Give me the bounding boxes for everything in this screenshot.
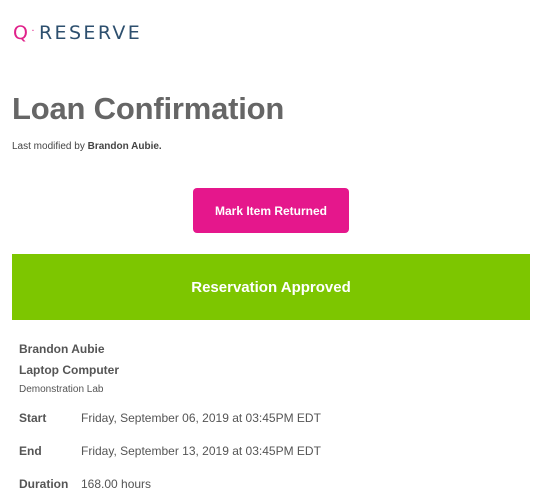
end-value: Friday, September 13, 2019 at 03:45PM ED… xyxy=(81,444,321,458)
reservation-details: Brandon Aubie Laptop Computer Demonstrat… xyxy=(19,339,119,398)
last-modified-note: Last modified by Brandon Aubie. xyxy=(12,141,162,152)
duration-label: Duration xyxy=(19,477,69,491)
logo-brand-text: RESERVE xyxy=(38,22,143,44)
reservation-user: Brandon Aubie xyxy=(19,342,105,356)
start-row: Start Friday, September 06, 2019 at 03:4… xyxy=(19,411,321,425)
end-row: End Friday, September 13, 2019 at 03:45P… xyxy=(19,444,321,458)
reservation-status-label: Reservation Approved xyxy=(191,278,351,296)
reservation-item: Laptop Computer xyxy=(19,363,119,377)
duration-row: Duration 168.00 hours xyxy=(19,477,151,491)
page-title: Loan Confirmation xyxy=(12,91,285,126)
qreserve-logo[interactable]: Q · RESERVE xyxy=(13,22,142,44)
start-label: Start xyxy=(19,411,47,425)
end-label: End xyxy=(19,444,42,458)
mark-item-returned-button[interactable]: Mark Item Returned xyxy=(193,188,349,233)
last-modified-user: Brandon Aubie. xyxy=(87,141,162,152)
reservation-location: Demonstration Lab xyxy=(19,384,104,395)
duration-value: 168.00 hours xyxy=(81,477,152,491)
reservation-status-banner: Reservation Approved xyxy=(12,254,530,320)
logo-q: Q xyxy=(13,22,31,44)
logo-separator: · xyxy=(31,25,37,37)
last-modified-prefix: Last modified by xyxy=(12,141,85,152)
start-value: Friday, September 06, 2019 at 03:45PM ED… xyxy=(81,411,321,425)
